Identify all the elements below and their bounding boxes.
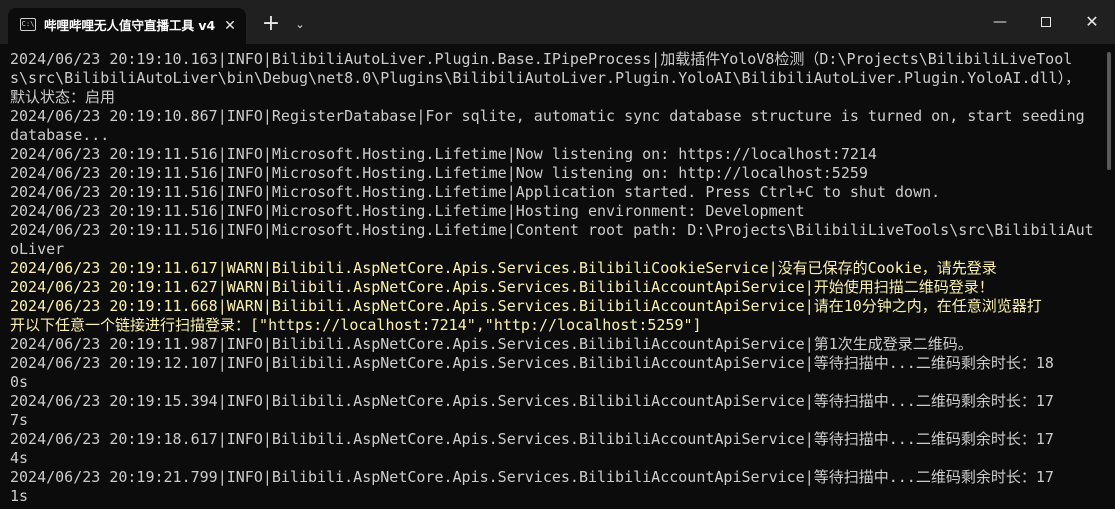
title-bar[interactable]: C:\ 哔哩哔哩无人值守直播工具 v4. ✕ + ⌄ — ✕ [0, 0, 1115, 44]
console-line: 2024/06/23 20:19:11.627|WARN|Bilibili.As… [10, 278, 994, 296]
tab-close-icon[interactable]: ✕ [220, 15, 240, 37]
maximize-icon [1041, 16, 1051, 27]
console-line: 2024/06/23 20:19:11.516|INFO|Microsoft.H… [10, 221, 1094, 239]
console-line: 1s [10, 487, 29, 505]
console-line: s\src\BilibiliAutoLiver\bin\Debug\net8.0… [10, 69, 1081, 87]
console-line: 2024/06/23 20:19:11.668|WARN|Bilibili.As… [10, 297, 1042, 315]
close-window-button[interactable]: ✕ [1069, 0, 1115, 44]
console-line: 2024/06/23 20:19:15.394|INFO|Bilibili.As… [10, 392, 1054, 410]
console-line: 2024/06/23 20:19:11.617|WARN|Bilibili.As… [10, 259, 997, 277]
tab-active[interactable]: C:\ 哔哩哔哩无人值守直播工具 v4. ✕ [8, 8, 246, 44]
console-line: 2024/06/23 20:19:18.617|INFO|Bilibili.As… [10, 430, 1054, 448]
console-line: 2024/06/23 20:19:11.516|INFO|Microsoft.H… [10, 183, 941, 201]
console-line: oLiver [10, 240, 65, 258]
vertical-scrollbar[interactable] [1107, 52, 1111, 170]
console-line: 2024/06/23 20:19:11.987|INFO|Bilibili.As… [10, 335, 973, 353]
console-line: 7s [10, 411, 29, 429]
console-icon: C:\ [20, 18, 36, 31]
console-line: 开以下任意一个链接进行扫描登录：["https://localhost:7214… [10, 316, 702, 334]
console-line: 2024/06/23 20:19:12.107|INFO|Bilibili.As… [10, 354, 1054, 372]
new-tab-button[interactable]: + [258, 11, 284, 37]
console-output[interactable]: 2024/06/23 20:19:10.163|INFO|BilibiliAut… [10, 50, 1102, 509]
console-line: 2024/06/23 20:19:11.516|INFO|Microsoft.H… [10, 145, 877, 163]
console-line: database... [10, 126, 110, 144]
terminal-window: C:\ 哔哩哔哩无人值守直播工具 v4. ✕ + ⌄ — ✕ 2024/06/2… [0, 0, 1115, 509]
console-line: 2024/06/23 20:19:21.799|INFO|Bilibili.As… [10, 468, 1054, 486]
console-line: 2024/06/23 20:19:10.163|INFO|BilibiliAut… [10, 50, 1073, 68]
console-line: 默认状态：启用 [10, 88, 116, 106]
console-line: 0s [10, 373, 29, 391]
console-line: 2024/06/23 20:19:11.516|INFO|Microsoft.H… [10, 202, 805, 220]
minimize-button[interactable]: — [977, 0, 1023, 44]
tab-title: 哔哩哔哩无人值守直播工具 v4. [44, 18, 216, 33]
console-line: 2024/06/23 20:19:11.516|INFO|Microsoft.H… [10, 164, 868, 182]
console-line: 2024/06/23 20:19:10.867|INFO|RegisterDat… [10, 107, 1085, 125]
chevron-down-icon[interactable]: ⌄ [290, 14, 310, 36]
maximize-button[interactable] [1023, 0, 1069, 44]
console-line: 4s [10, 449, 29, 467]
